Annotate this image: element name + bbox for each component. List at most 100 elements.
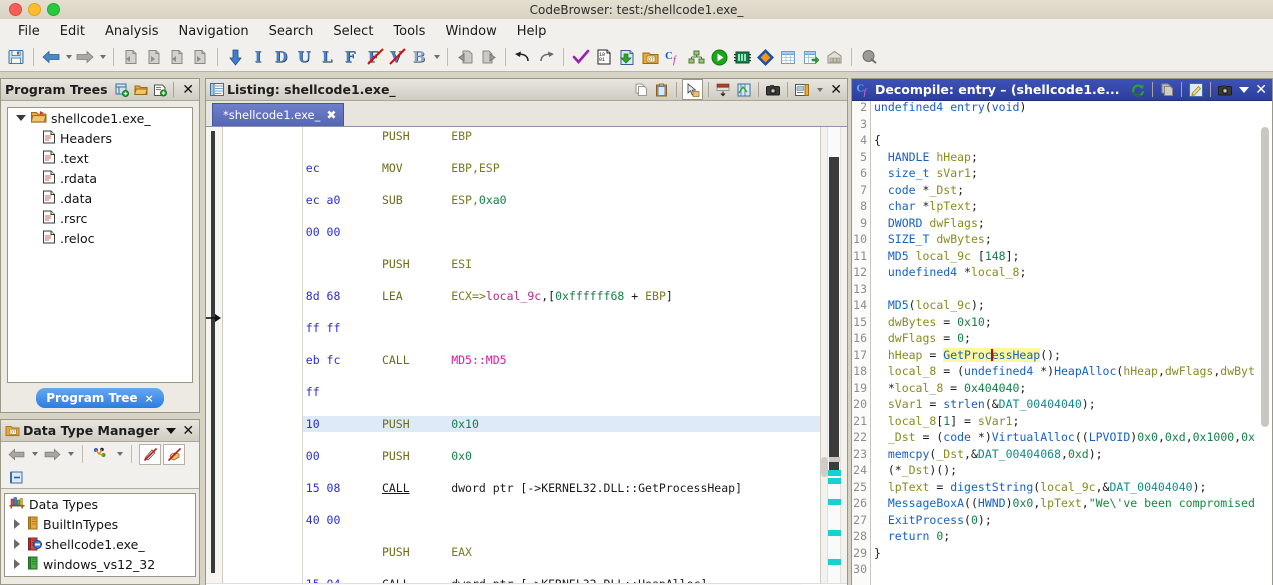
copy-icon[interactable]: [1158, 81, 1176, 99]
menu-file[interactable]: File: [8, 22, 50, 41]
function-icon[interactable]: F: [339, 46, 361, 68]
data-type-manager-icon[interactable]: DT: [639, 46, 661, 68]
forward-dropdown-icon[interactable]: [65, 443, 75, 465]
no-pointer-icon[interactable]: [163, 443, 185, 465]
expand-collapse-toggle[interactable]: [10, 519, 23, 529]
back-snapshot-icon[interactable]: [454, 46, 476, 68]
expand-collapse-toggle[interactable]: [14, 115, 27, 121]
menu-search[interactable]: Search: [259, 22, 324, 41]
decompiled-line[interactable]: HANDLE hHeap;: [874, 149, 1272, 166]
listing-overview-bar[interactable]: [820, 127, 847, 583]
help-icon[interactable]: [858, 46, 880, 68]
code-token[interactable]: local_8: [895, 381, 943, 395]
code-token[interactable]: _Dst: [902, 463, 930, 477]
code-token[interactable]: local_8: [888, 414, 936, 428]
data-type-archive-shellcode[interactable]: shellcode1.exe_: [5, 534, 195, 554]
decompiled-line[interactable]: MD5(local_9c);: [874, 297, 1272, 314]
code-token[interactable]: hHeap: [888, 348, 923, 362]
tab-shellcode1[interactable]: *shellcode1.exe_ ✖: [212, 103, 345, 126]
new-folder-icon[interactable]: [152, 81, 168, 99]
code-token[interactable]: memcpy: [888, 447, 930, 461]
decompiled-line[interactable]: sVar1 = strlen(&DAT_00404040);: [874, 396, 1272, 413]
bytes-viewer-icon[interactable]: 10 01: [593, 46, 615, 68]
code-token[interactable]: hHeap: [1123, 364, 1158, 378]
new-tree-icon[interactable]: [114, 81, 130, 99]
code-token[interactable]: MD5: [888, 298, 909, 312]
disassembly-line[interactable]: e8 eb fc CALL MD5::MD5: [303, 352, 820, 368]
code-token[interactable]: dwByt: [1220, 364, 1255, 378]
tree-item-rsrc[interactable]: .rsrc: [8, 208, 192, 228]
program-tree-view[interactable]: shellcode1.exe_ Headers .text .rdata .da…: [7, 107, 193, 383]
decompiled-line[interactable]: dwFlags = 0;: [874, 330, 1272, 347]
snapshot-prev2-icon[interactable]: [166, 46, 188, 68]
data-icon[interactable]: D: [270, 46, 292, 68]
decompile-code-area[interactable]: undefined4 entry(void) { HANDLE hHeap; s…: [871, 101, 1272, 585]
back-arrow-icon[interactable]: [40, 46, 62, 68]
decompiled-code[interactable]: undefined4 entry(void) { HANDLE hHeap; s…: [871, 101, 1272, 578]
code-token[interactable]: HeapAlloc: [1054, 364, 1116, 378]
function-graph-icon[interactable]: [685, 46, 707, 68]
decompiled-line[interactable]: _Dst = (code *)VirtualAlloc((LPVOID)0x0,…: [874, 429, 1272, 446]
edit-layout-icon[interactable]: [735, 81, 753, 99]
forward-arrow-icon[interactable]: [41, 443, 63, 465]
code-token[interactable]: dwFlags: [888, 331, 936, 345]
listing-code-area[interactable]: 55 PUSH EBP 8b ec MOV EBP,ESP 81 ec a0 S…: [302, 127, 820, 583]
tab-close-icon[interactable]: ×: [145, 392, 154, 405]
expand-collapse-toggle[interactable]: [10, 539, 23, 549]
back-dropdown-icon[interactable]: [29, 443, 39, 465]
menu-dropdown-icon[interactable]: [165, 422, 177, 440]
code-token[interactable]: lpText: [929, 199, 971, 213]
code-token[interactable]: local_8: [888, 364, 936, 378]
select-cursor-icon[interactable]: [682, 79, 704, 100]
code-token[interactable]: hHeap: [936, 150, 971, 164]
decompiled-line[interactable]: *local_8 = 0x404040;: [874, 380, 1272, 397]
bookmark-icon[interactable]: B: [408, 46, 430, 68]
down-arrow-icon[interactable]: [224, 46, 246, 68]
instruction-operand[interactable]: ->KERNEL32.DLL::HeapAlloc: [527, 577, 700, 583]
decompiled-line[interactable]: char *lpText;: [874, 198, 1272, 215]
decompiled-line[interactable]: (*_Dst)();: [874, 462, 1272, 479]
disassembly-line[interactable]: 00 00 00: [303, 224, 820, 240]
decompiled-line[interactable]: [874, 561, 1272, 578]
run-icon[interactable]: [708, 46, 730, 68]
back-arrow-icon[interactable]: [5, 443, 27, 465]
code-token[interactable]: DAT_00404040: [1109, 480, 1192, 494]
table-icon[interactable]: [777, 46, 799, 68]
overview-scroll-thumb[interactable]: [821, 457, 828, 477]
tree-root-node[interactable]: shellcode1.exe_: [8, 108, 192, 128]
code-token[interactable]: dwFlags: [929, 216, 977, 230]
menu-help[interactable]: Help: [507, 22, 557, 41]
decompiled-line[interactable]: dwBytes = 0x10;: [874, 314, 1272, 331]
refresh-icon[interactable]: [1129, 81, 1147, 99]
data-type-archive-builtin[interactable]: BuiltInTypes: [5, 514, 195, 534]
label-icon[interactable]: L: [316, 46, 338, 68]
expand-collapse-toggle[interactable]: [10, 559, 23, 569]
disassembly-line[interactable]: 8b ec MOV EBP,ESP: [303, 160, 820, 176]
code-token[interactable]: _Dst: [936, 447, 964, 461]
forward-dropdown-icon[interactable]: [97, 46, 107, 68]
highlighted-token[interactable]: GetProcessHeap: [943, 347, 1041, 362]
disassembly-line[interactable]: 8d 8d 68 LEA ECX=>local_9c,[0xffffff68 +…: [303, 288, 820, 304]
undefine-icon[interactable]: U: [293, 46, 315, 68]
decompiler-icon[interactable]: C f: [662, 46, 684, 68]
snapshot-prev-icon[interactable]: [120, 46, 142, 68]
decompiled-line[interactable]: DWORD dwFlags;: [874, 215, 1272, 232]
filter-dropdown-icon[interactable]: [114, 443, 124, 465]
close-icon[interactable]: ✕: [827, 83, 845, 97]
add-field-icon[interactable]: [714, 81, 732, 99]
disassembly-line[interactable]: 6a 00 PUSH 0x0: [303, 448, 820, 464]
code-token[interactable]: DAT_00404068: [978, 447, 1061, 461]
instruction-icon[interactable]: I: [247, 46, 269, 68]
display-dropdown-icon[interactable]: [814, 81, 824, 99]
menu-select[interactable]: Select: [323, 22, 383, 41]
disassembly-line[interactable]: 81 ec a0 SUB ESP,0xa0: [303, 192, 820, 208]
display-options-icon[interactable]: [793, 81, 811, 99]
disassembly-code[interactable]: 55 PUSH EBP 8b ec MOV EBP,ESP 81 ec a0 S…: [303, 127, 820, 583]
clear-variable-icon[interactable]: V: [385, 46, 407, 68]
close-icon[interactable]: ✕: [179, 424, 197, 438]
decompiled-line[interactable]: SIZE_T dwBytes;: [874, 231, 1272, 248]
instruction-operand[interactable]: ->KERNEL32.DLL::GetProcessHeap: [527, 481, 735, 495]
paste-icon[interactable]: [653, 81, 671, 99]
save-icon[interactable]: [5, 46, 27, 68]
clear-function-icon[interactable]: F: [362, 46, 384, 68]
